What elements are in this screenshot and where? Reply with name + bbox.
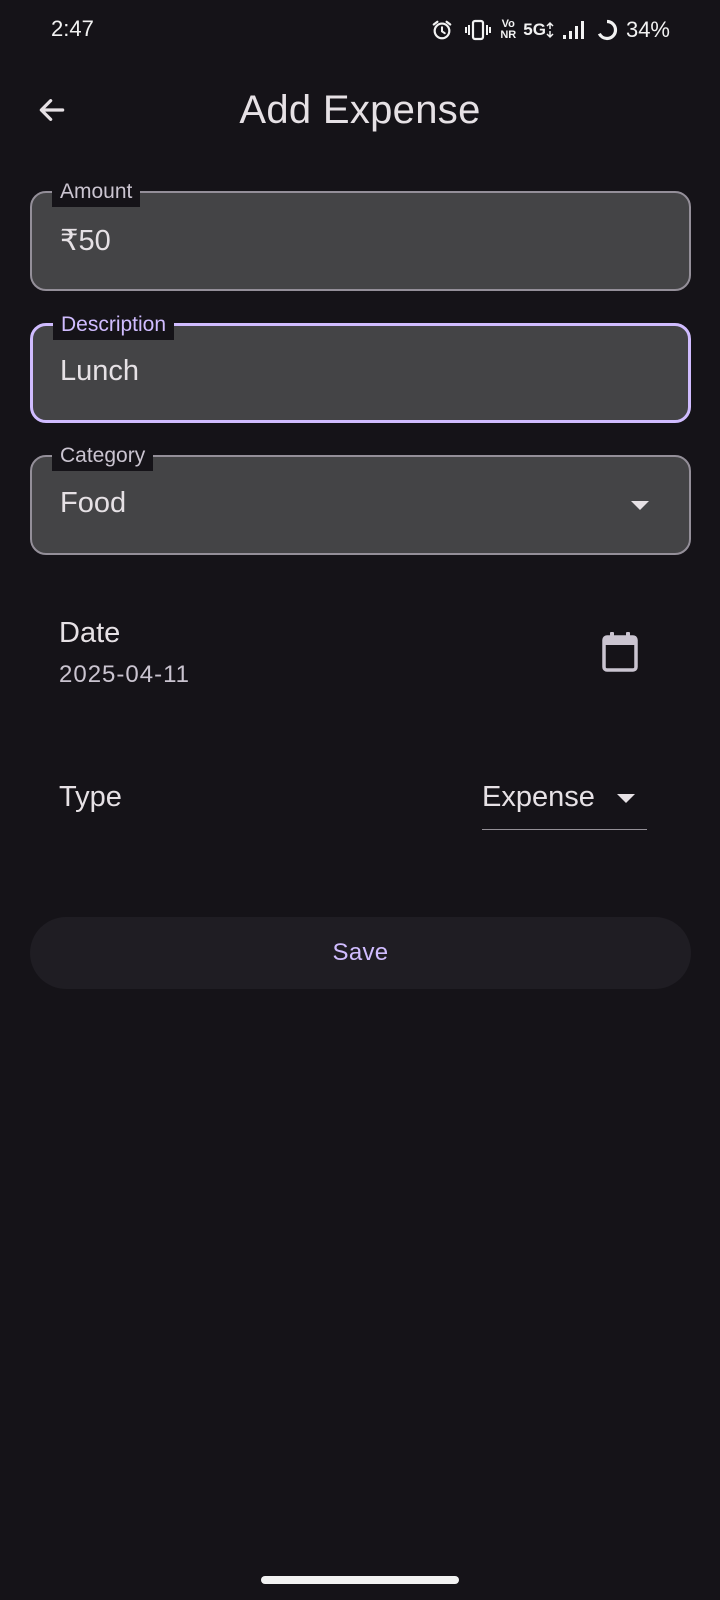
category-label: Category	[52, 441, 154, 471]
gesture-navigation-bar[interactable]	[261, 1576, 459, 1584]
battery-percent: 34%	[625, 17, 670, 42]
signal-icon	[562, 20, 584, 40]
save-button[interactable]: Save	[30, 917, 691, 989]
description-label: Description	[53, 310, 175, 340]
status-time: 2:47	[51, 16, 94, 41]
category-value: Food	[60, 487, 127, 519]
type-value: Expense	[482, 781, 595, 813]
5g-icon: 5G	[523, 21, 554, 39]
category-dropdown[interactable]: Category Food	[30, 441, 691, 555]
add-expense-screen: 2:47 Vo NR 5G 34% Add Expense Amount ₹50…	[0, 0, 720, 1600]
battery-saver-icon	[596, 19, 618, 41]
alarm-icon	[431, 19, 453, 41]
calendar-button[interactable]	[596, 628, 644, 676]
save-label: Save	[332, 939, 389, 966]
amount-value: ₹50	[60, 225, 111, 257]
type-label: Type	[59, 781, 122, 813]
vonr-icon: Vo NR	[500, 18, 517, 41]
page-title: Add Expense	[239, 88, 481, 132]
amount-label: Amount	[52, 177, 141, 207]
date-value: 2025-04-11	[59, 661, 190, 688]
description-value: Lunch	[60, 355, 140, 387]
dropdown-arrow-icon	[631, 501, 649, 510]
vibrate-icon	[465, 19, 492, 41]
dropdown-arrow-icon	[617, 794, 635, 803]
status-icons: Vo NR 5G 34%	[431, 14, 720, 46]
calendar-icon	[601, 631, 639, 673]
description-field[interactable]: Description Lunch	[30, 310, 691, 423]
status-bar: 2:47 Vo NR 5G 34%	[0, 0, 720, 60]
top-app-bar: Add Expense	[0, 70, 720, 150]
amount-field[interactable]: Amount ₹50	[30, 177, 691, 291]
type-dropdown[interactable]: Expense	[482, 770, 647, 830]
date-label: Date	[59, 617, 121, 649]
